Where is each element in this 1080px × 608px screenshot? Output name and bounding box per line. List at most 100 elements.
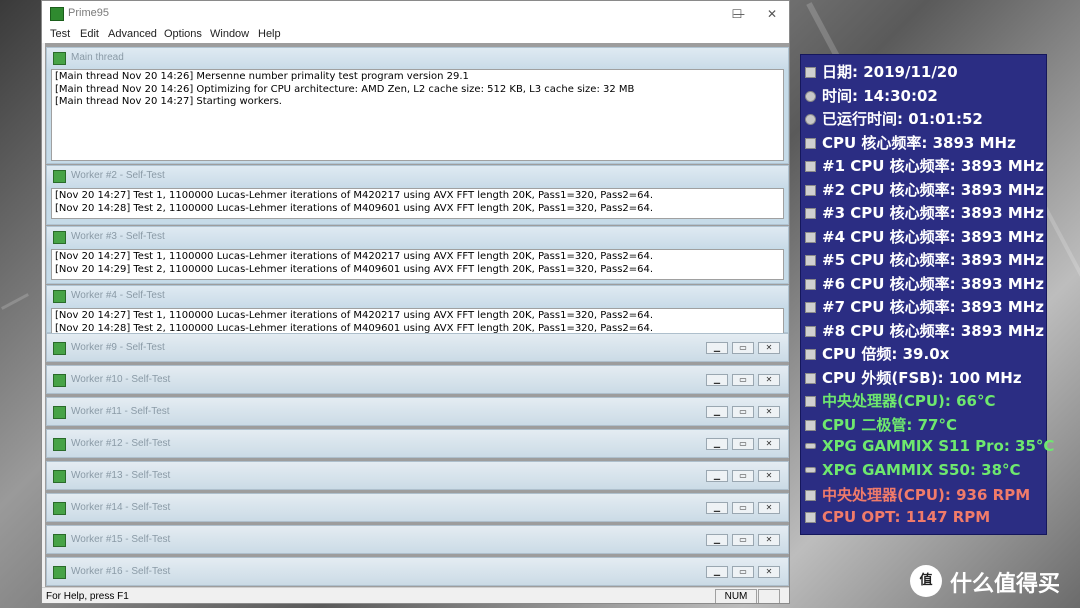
chip-icon <box>805 255 816 266</box>
osd-text: #4 CPU 核心频率: 3893 MHz <box>822 227 1045 246</box>
minimize-icon[interactable]: ▁ <box>706 534 728 546</box>
minimize-icon[interactable]: ▁ <box>706 406 728 418</box>
window-icon <box>53 470 66 483</box>
chip-icon <box>805 490 816 501</box>
worker-log: [Nov 20 14:27] Test 1, 1100000 Lucas-Leh… <box>51 249 784 280</box>
log-line: [Nov 20 14:29] Test 2, 1100000 Lucas-Leh… <box>55 263 654 275</box>
osd-row: 中央处理器(CPU): 66°C <box>805 390 996 413</box>
log-line: [Main thread Nov 20 14:26] Mersenne numb… <box>55 71 469 82</box>
close-button[interactable]: ✕ <box>755 4 789 24</box>
osd-text: #8 CPU 核心频率: 3893 MHz <box>822 321 1045 340</box>
minimize-icon[interactable]: ▁ <box>706 342 728 354</box>
osd-text: XPG GAMMIX S11 Pro: 35°C <box>822 437 1055 455</box>
restore-icon[interactable]: ▭ <box>732 566 754 578</box>
close-icon[interactable]: ✕ <box>758 470 780 482</box>
hardware-monitor-osd: 日期: 2019/11/20 时间: 14:30:02 已运行时间: 01:01:5… <box>800 54 1054 535</box>
osd-row: #4 CPU 核心频率: 3893 MHz <box>805 226 1044 249</box>
close-icon[interactable]: ✕ <box>758 342 780 354</box>
status-bar: For Help, press F1 NUM <box>42 587 789 603</box>
restore-icon[interactable]: ▭ <box>732 534 754 546</box>
restore-icon[interactable]: ▭ <box>732 342 754 354</box>
osd-row: 已运行时间: 01:01:52 <box>805 108 983 131</box>
minimized-worker-window[interactable]: Worker #13 - Self-Test ▁ ▭ ✕ <box>46 461 789 490</box>
close-icon[interactable]: ✕ <box>758 534 780 546</box>
restore-icon[interactable]: ▭ <box>732 406 754 418</box>
worker-title: Worker #9 - Self-Test <box>71 342 165 353</box>
chip-icon <box>805 372 816 384</box>
menu-test[interactable]: Test <box>50 28 70 40</box>
log-line: [Nov 20 14:27] Test 1, 1100000 Lucas-Leh… <box>55 251 654 262</box>
osd-text: #5 CPU 核心频率: 3893 MHz <box>822 251 1045 269</box>
worker-title: Worker #11 - Self-Test <box>71 406 170 417</box>
chip-icon <box>805 184 816 196</box>
worker-titlebar[interactable]: Worker #3 - Self-Test <box>47 227 788 248</box>
osd-text: 中央处理器(CPU): 936 RPM <box>822 486 1031 504</box>
worker-title: Worker #15 - Self-Test <box>71 534 171 545</box>
minimize-icon[interactable]: ▁ <box>706 566 728 578</box>
menu-bar: Test Edit Advanced Options Window Help <box>42 27 789 43</box>
window-icon <box>53 566 66 579</box>
osd-row: #1 CPU 核心频率: 3893 MHz <box>805 155 1044 178</box>
worker-log: [Nov 20 14:27] Test 1, 1100000 Lucas-Leh… <box>51 308 784 334</box>
close-icon[interactable]: ✕ <box>758 502 780 514</box>
worker-title: Worker #12 - Self-Test <box>71 438 171 449</box>
worker-title: Worker #13 - Self-Test <box>71 470 171 481</box>
worker-3-window[interactable]: Worker #3 - Self-Test [Nov 20 14:27] Tes… <box>46 226 789 284</box>
maximize-button[interactable]: ☐ <box>720 4 754 24</box>
num-lock-indicator: NUM <box>715 589 757 603</box>
watermark-logo: 值 <box>910 565 942 597</box>
minimize-icon[interactable]: ▁ <box>706 438 728 450</box>
minimized-worker-window[interactable]: Worker #12 - Self-Test ▁ ▭ ✕ <box>46 429 789 458</box>
menu-edit[interactable]: Edit <box>80 28 99 40</box>
menu-help[interactable]: Help <box>258 28 281 40</box>
close-icon[interactable]: ✕ <box>758 438 780 450</box>
log-line: [Nov 20 14:28] Test 2, 1100000 Lucas-Leh… <box>55 202 654 214</box>
osd-row: 中央处理器(CPU): 936 RPM <box>805 484 1030 507</box>
minimized-worker-window[interactable]: Worker #16 - Self-Test ▁ ▭ ✕ <box>46 557 789 586</box>
worker-titlebar[interactable]: Worker #4 - Self-Test <box>47 286 788 307</box>
window-icon <box>53 290 66 303</box>
close-icon[interactable]: ✕ <box>758 566 780 578</box>
menu-options[interactable]: Options <box>164 28 202 40</box>
minimized-worker-window[interactable]: Worker #15 - Self-Test ▁ ▭ ✕ <box>46 525 789 554</box>
restore-icon[interactable]: ▭ <box>732 374 754 386</box>
minimize-icon[interactable]: ▁ <box>706 502 728 514</box>
worker-title: Worker #2 - Self-Test <box>71 170 165 181</box>
worker-4-window[interactable]: Worker #4 - Self-Test [Nov 20 14:27] Tes… <box>46 285 789 334</box>
menu-advanced[interactable]: Advanced <box>108 28 157 40</box>
restore-icon[interactable]: ▭ <box>732 502 754 514</box>
window-icon <box>53 534 66 547</box>
osd-text: CPU 二极管: 77°C <box>822 415 958 434</box>
restore-icon[interactable]: ▭ <box>732 470 754 482</box>
minimized-worker-window[interactable]: Worker #10 - Self-Test ▁ ▭ ✕ <box>46 365 789 394</box>
close-icon[interactable]: ✕ <box>758 374 780 386</box>
chip-icon <box>805 325 816 337</box>
window-icon <box>53 170 66 183</box>
window-icon <box>53 231 66 244</box>
restore-icon[interactable]: ▭ <box>732 438 754 450</box>
minimized-worker-window[interactable]: Worker #9 - Self-Test ▁ ▭ ✕ <box>46 333 789 362</box>
worker-titlebar[interactable]: Worker #2 - Self-Test <box>47 166 788 187</box>
minimize-icon[interactable]: ▁ <box>706 374 728 386</box>
drive-icon <box>805 466 816 473</box>
worker-title: Worker #4 - Self-Test <box>71 290 165 301</box>
main-thread-titlebar[interactable]: Main thread <box>47 48 788 69</box>
osd-row: XPG GAMMIX S50: 38°C <box>805 461 1021 484</box>
worker-title: Worker #14 - Self-Test <box>71 502 171 513</box>
window-icon <box>53 438 66 451</box>
main-thread-log: [Main thread Nov 20 14:26] Mersenne numb… <box>51 69 784 161</box>
window-icon <box>53 342 66 355</box>
menu-window[interactable]: Window <box>210 28 249 40</box>
status-cell <box>758 589 780 603</box>
osd-row: #8 CPU 核心频率: 3893 MHz <box>805 320 1044 343</box>
minimize-icon[interactable]: ▁ <box>706 470 728 482</box>
minimized-worker-window[interactable]: Worker #14 - Self-Test ▁ ▭ ✕ <box>46 493 789 522</box>
status-help-text: For Help, press F1 <box>46 591 129 602</box>
osd-text: #6 CPU 核心频率: 3893 MHz <box>822 274 1045 293</box>
worker-2-window[interactable]: Worker #2 - Self-Test [Nov 20 14:27] Tes… <box>46 165 789 225</box>
minimized-worker-window[interactable]: Worker #11 - Self-Test ▁ ▭ ✕ <box>46 397 789 426</box>
window-title: Prime95 <box>68 7 109 19</box>
main-thread-window[interactable]: Main thread [Main thread Nov 20 14:26] M… <box>46 47 789 164</box>
close-icon[interactable]: ✕ <box>758 406 780 418</box>
osd-text: 时间: 14:30:02 <box>822 86 938 105</box>
